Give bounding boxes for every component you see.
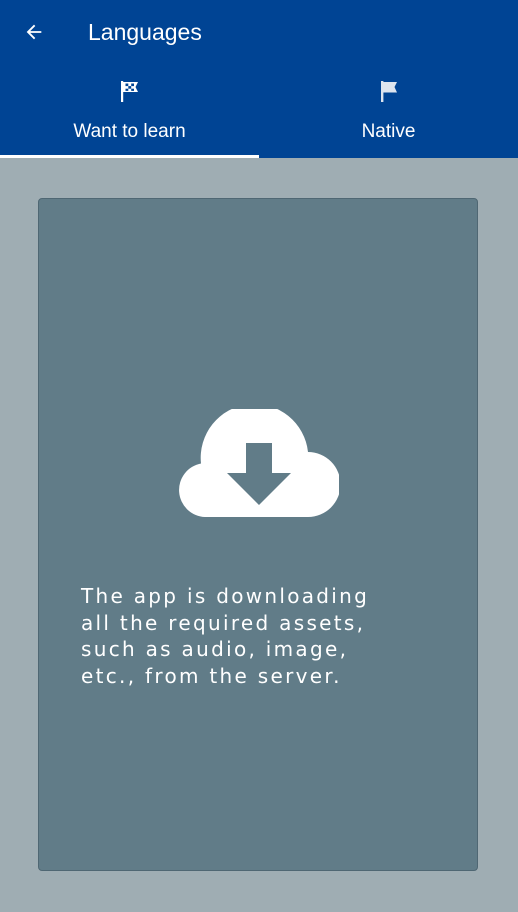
toolbar: Languages	[0, 0, 518, 64]
download-message: The app is downloading all the required …	[81, 584, 370, 688]
download-status-card: The app is downloading all the required …	[38, 198, 478, 871]
tab-label: Want to learn	[73, 121, 186, 142]
arrow-back-icon	[26, 24, 42, 40]
tab-label: Native	[361, 121, 416, 142]
cloud-download-icon	[179, 409, 339, 517]
tab-bar: Want to learn Native	[0, 64, 518, 158]
back-button[interactable]	[14, 12, 54, 52]
tab-native[interactable]: Native	[259, 64, 518, 158]
tab-want-to-learn[interactable]: Want to learn	[0, 64, 259, 158]
app-screen: Languages Want to learn Native The app i…	[0, 0, 518, 912]
checkered-flag-icon	[117, 78, 143, 104]
page-title: Languages	[88, 19, 202, 45]
app-bar: Languages Want to learn Native	[0, 0, 518, 158]
flag-icon	[376, 78, 402, 104]
